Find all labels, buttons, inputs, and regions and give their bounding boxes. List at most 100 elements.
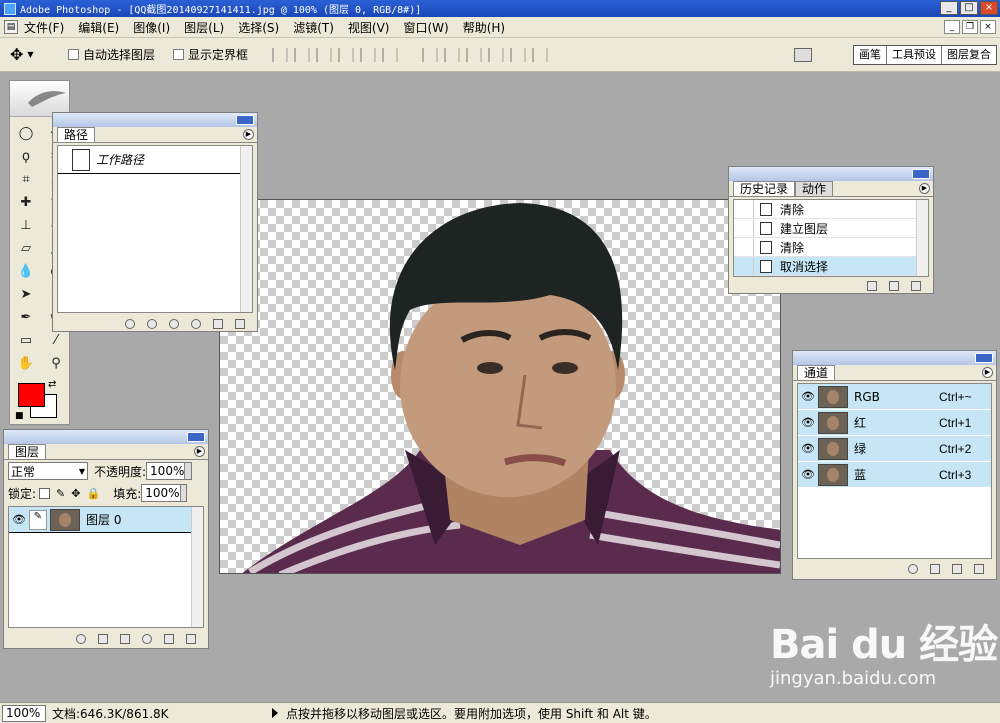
channel-row-green[interactable]: 👁 绿 Ctrl+2 (798, 436, 991, 462)
palette-menu-icon[interactable]: ▶ (243, 129, 254, 140)
load-path-selection-icon[interactable] (169, 319, 179, 329)
palette-minimize-button[interactable] (912, 169, 930, 179)
checkbox-box[interactable] (173, 49, 185, 60)
fill-slider-button[interactable] (179, 485, 187, 501)
align-bottom-icon[interactable] (316, 47, 333, 62)
checkbox-box[interactable] (68, 49, 79, 60)
lock-image-icon[interactable]: ✎ (56, 487, 65, 500)
menu-layer[interactable]: 图层(L) (184, 19, 224, 36)
tab-history[interactable]: 历史记录 (733, 181, 796, 196)
document-info[interactable]: 文档:646.3K/861.8K (52, 705, 252, 722)
distribute-vcenter-icon[interactable] (444, 47, 461, 62)
new-document-from-state-icon[interactable] (867, 281, 877, 291)
swap-colors-icon[interactable]: ⇄ (48, 379, 56, 390)
foreground-color-swatch[interactable] (18, 383, 45, 407)
menu-view[interactable]: 视图(V) (348, 19, 390, 36)
path-selection-tool-icon[interactable]: ➤ (12, 284, 40, 304)
document-canvas[interactable] (219, 199, 781, 574)
crop-tool-icon[interactable]: ⌗ (12, 169, 40, 189)
palette-well-tab-brushes[interactable]: 画笔 (854, 46, 886, 64)
menu-image[interactable]: 图像(I) (133, 19, 170, 36)
tab-channels[interactable]: 通道 (797, 365, 836, 380)
palette-well-tab-tool-presets[interactable]: 工具预设 (886, 46, 941, 64)
scrollbar[interactable] (916, 200, 928, 276)
tab-layers[interactable]: 图层 (8, 444, 47, 459)
document-menu-icon[interactable]: ▤ (4, 20, 18, 34)
fill-input[interactable]: 100% (141, 484, 188, 502)
align-vcenter-icon[interactable] (294, 47, 311, 62)
distribute-left-icon[interactable] (488, 47, 505, 62)
blur-tool-icon[interactable]: 💧 (12, 261, 40, 281)
eye-icon[interactable]: 👁 (798, 416, 818, 429)
delete-layer-icon[interactable] (186, 634, 196, 644)
notes-tool-icon[interactable]: ▭ (12, 330, 40, 350)
new-group-folder-icon[interactable] (120, 634, 130, 644)
layer-style-icon[interactable] (76, 634, 86, 644)
history-brush-source-box[interactable] (734, 257, 754, 275)
lock-position-icon[interactable]: ✥ (71, 487, 80, 500)
palette-minimize-button[interactable] (236, 115, 254, 125)
history-brush-source-box[interactable] (734, 238, 754, 256)
zoom-tool-icon[interactable]: ⚲ (42, 353, 70, 373)
eyedropper-tool-icon[interactable]: ⁄ (42, 330, 70, 350)
save-selection-channel-icon[interactable] (930, 564, 940, 574)
history-state[interactable]: 清除 (734, 200, 928, 219)
new-snapshot-icon[interactable] (889, 281, 899, 291)
scrollbar[interactable] (191, 507, 203, 627)
scrollbar[interactable] (240, 146, 252, 312)
distribute-top-icon[interactable] (422, 47, 439, 62)
palette-well-tab-layer-comps[interactable]: 图层复合 (941, 46, 996, 64)
pen-tool-icon[interactable]: ✒ (12, 307, 40, 327)
list-item[interactable]: 工作路径 (58, 146, 252, 174)
close-button[interactable]: × (980, 1, 998, 15)
healing-brush-tool-icon[interactable]: ✚ (12, 192, 40, 212)
palette-titlebar[interactable] (729, 167, 933, 181)
palette-minimize-button[interactable] (187, 432, 205, 442)
palette-minimize-button[interactable] (975, 353, 993, 363)
tool-preset-picker[interactable]: ✥ ▼ (10, 44, 50, 66)
palette-titlebar[interactable] (4, 430, 208, 444)
fill-path-icon[interactable] (125, 319, 135, 329)
opacity-input[interactable]: 100% (146, 462, 193, 480)
show-bounding-box-checkbox[interactable]: 显示定界框 (173, 46, 248, 63)
make-work-path-icon[interactable] (191, 319, 201, 329)
distribute-hcenter-icon[interactable] (510, 47, 527, 62)
delete-path-icon[interactable] (235, 319, 245, 329)
new-layer-icon[interactable] (164, 634, 174, 644)
load-channel-selection-icon[interactable] (908, 564, 918, 574)
history-state[interactable]: 建立图层 (734, 219, 928, 238)
adjustment-layer-icon[interactable] (142, 634, 152, 644)
blend-mode-select[interactable]: 正常 ▼ (8, 462, 88, 480)
history-brush-source-box[interactable] (734, 219, 754, 237)
maximize-button[interactable]: □ (960, 1, 978, 15)
menu-filter[interactable]: 滤镜(T) (293, 19, 334, 36)
tab-actions[interactable]: 动作 (795, 181, 834, 196)
opacity-slider-button[interactable] (184, 463, 192, 479)
delete-channel-icon[interactable] (974, 564, 984, 574)
file-browser-icon[interactable] (794, 48, 812, 62)
distribute-bottom-icon[interactable] (466, 47, 483, 62)
marquee-tool-icon[interactable]: ◯ (12, 123, 40, 143)
channel-row-red[interactable]: 👁 红 Ctrl+1 (798, 410, 991, 436)
align-hcenter-icon[interactable] (360, 47, 377, 62)
eye-icon[interactable]: 👁 (798, 442, 818, 455)
menu-edit[interactable]: 编辑(E) (78, 19, 119, 36)
eraser-tool-icon[interactable]: ▱ (12, 238, 40, 258)
lasso-tool-icon[interactable]: ϙ (12, 146, 40, 166)
eye-icon[interactable]: 👁 (798, 390, 818, 403)
menu-help[interactable]: 帮助(H) (463, 19, 505, 36)
default-colors-icon[interactable]: ■ (15, 411, 24, 421)
eye-icon[interactable]: 👁 (798, 468, 818, 481)
new-path-icon[interactable] (213, 319, 223, 329)
distribute-right-icon[interactable] (532, 47, 549, 62)
history-state-selected[interactable]: 取消选择 (734, 257, 928, 276)
layer-mask-icon[interactable] (98, 634, 108, 644)
menu-file[interactable]: 文件(F) (24, 19, 64, 36)
new-channel-icon[interactable] (952, 564, 962, 574)
layer-row[interactable]: 👁 ✎ 图层 0 (9, 507, 203, 533)
clone-stamp-tool-icon[interactable]: ⊥ (12, 215, 40, 235)
palette-menu-icon[interactable]: ▶ (194, 446, 205, 457)
menu-window[interactable]: 窗口(W) (403, 19, 448, 36)
history-state[interactable]: 清除 (734, 238, 928, 257)
lock-all-icon[interactable]: 🔒 (86, 487, 100, 500)
